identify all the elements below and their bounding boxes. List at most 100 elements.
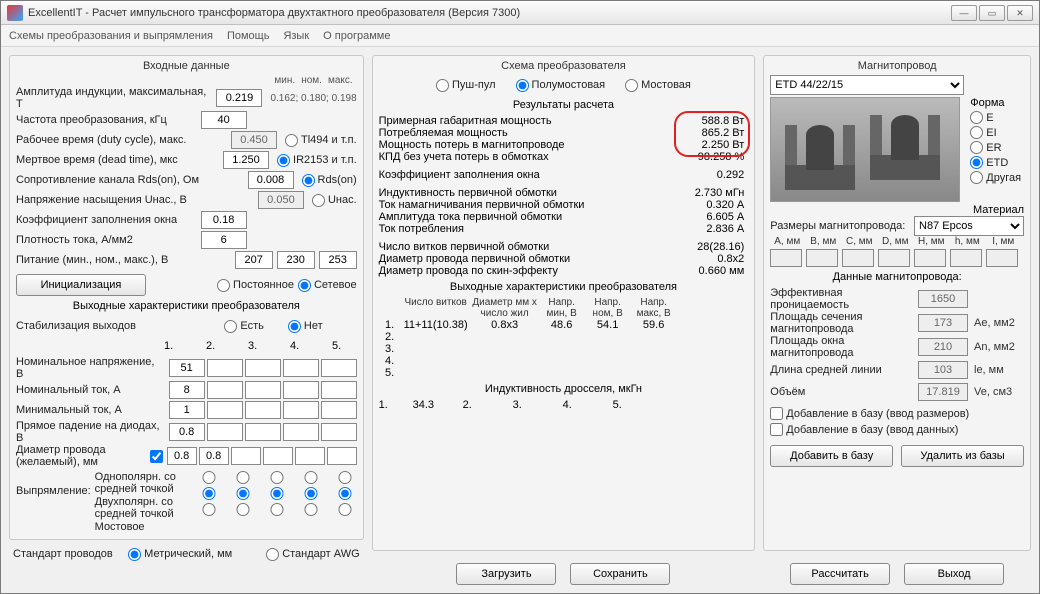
menu-help[interactable]: Помощь	[227, 30, 270, 42]
mini-3[interactable]	[245, 401, 281, 419]
menu-lang[interactable]: Язык	[283, 30, 309, 42]
load-button[interactable]: Загрузить	[456, 563, 556, 585]
pushpull-radio[interactable]: Пуш-пул	[436, 79, 496, 92]
nomv-4[interactable]	[283, 359, 319, 377]
shape-ei[interactable]: EI	[970, 126, 1021, 139]
dim-a[interactable]	[770, 249, 802, 267]
ae-input[interactable]	[918, 314, 968, 332]
fill-input[interactable]	[201, 211, 247, 229]
dim-c[interactable]	[842, 249, 874, 267]
bridge-radio[interactable]: Мостовая	[625, 79, 691, 92]
dim-h1[interactable]	[914, 249, 946, 267]
menu-schematics[interactable]: Схемы преобразования и выпрямления	[9, 30, 213, 42]
usat-radio[interactable]: Uнас.	[312, 194, 357, 207]
an-input[interactable]	[918, 338, 968, 356]
save-button[interactable]: Сохранить	[570, 563, 670, 585]
wire-2[interactable]	[231, 447, 261, 465]
diode-2[interactable]	[207, 423, 243, 441]
rect-r1c1[interactable]	[197, 471, 221, 484]
menu-about[interactable]: О программе	[323, 30, 390, 42]
pwr-max-input[interactable]	[319, 251, 357, 269]
shape-other[interactable]: Другая	[970, 171, 1021, 184]
del-db-button[interactable]: Удалить из базы	[901, 445, 1024, 467]
freq-input[interactable]	[201, 111, 247, 129]
shape-e[interactable]: E	[970, 111, 1021, 124]
rect-r3c5[interactable]	[333, 503, 357, 516]
tl494-radio[interactable]: Tl494 и т.п.	[285, 134, 357, 147]
wire-4[interactable]	[295, 447, 325, 465]
mini-5[interactable]	[321, 401, 357, 419]
wire-3[interactable]	[263, 447, 293, 465]
rect-r1c5[interactable]	[333, 471, 357, 484]
mat-select[interactable]: N87 Epcos	[914, 216, 1024, 236]
usat-input[interactable]	[258, 191, 304, 209]
shape-etd[interactable]: ETD	[970, 156, 1021, 169]
rect-r3c3[interactable]	[265, 503, 289, 516]
rect-r1c4[interactable]	[299, 471, 323, 484]
dim-h2[interactable]	[950, 249, 982, 267]
exit-button[interactable]: Выход	[904, 563, 1004, 585]
dim-i[interactable]	[986, 249, 1018, 267]
rds-radio[interactable]: Rds(on)	[302, 174, 357, 187]
ir2153-radio[interactable]: IR2153 и т.п.	[277, 154, 357, 167]
nomv-2[interactable]	[207, 359, 243, 377]
rect-r2c2[interactable]	[231, 487, 255, 500]
rect-r2c1[interactable]	[197, 487, 221, 500]
minimize-button[interactable]: —	[951, 5, 977, 21]
stab-no-radio[interactable]: Нет	[288, 320, 323, 333]
mini-1[interactable]	[169, 401, 205, 419]
close-button[interactable]: ✕	[1007, 5, 1033, 21]
init-button[interactable]: Инициализация	[16, 274, 146, 296]
pwr-nom-input[interactable]	[277, 251, 315, 269]
rect-r3c1[interactable]	[197, 503, 221, 516]
dim-b[interactable]	[806, 249, 838, 267]
stab-yes-radio[interactable]: Есть	[224, 320, 263, 333]
nomi-5[interactable]	[321, 381, 357, 399]
rect-r1c2[interactable]	[231, 471, 255, 484]
dead-input[interactable]	[223, 151, 269, 169]
awg-radio[interactable]: Стандарт AWG	[266, 548, 359, 561]
mini-2[interactable]	[207, 401, 243, 419]
const-radio[interactable]: Постоянное	[217, 279, 294, 292]
rect-r2c3[interactable]	[265, 487, 289, 500]
rect-r1c3[interactable]	[265, 471, 289, 484]
nomi-2[interactable]	[207, 381, 243, 399]
rect-r3c2[interactable]	[231, 503, 255, 516]
maximize-button[interactable]: ▭	[979, 5, 1005, 21]
nomv-1[interactable]	[169, 359, 205, 377]
wire-0[interactable]	[167, 447, 197, 465]
nomi-1[interactable]	[169, 381, 205, 399]
nomi-4[interactable]	[283, 381, 319, 399]
wire-chk[interactable]	[150, 450, 163, 463]
metric-radio[interactable]: Метрический, мм	[128, 548, 232, 561]
nomi-3[interactable]	[245, 381, 281, 399]
net-radio[interactable]: Сетевое	[298, 279, 357, 292]
add-data-chk[interactable]: Добавление в базу (ввод данных)	[770, 423, 958, 436]
wire-5[interactable]	[327, 447, 357, 465]
core-select[interactable]: ETD 44/22/15	[770, 75, 964, 95]
rect-r2c5[interactable]	[333, 487, 357, 500]
dim-d[interactable]	[878, 249, 910, 267]
ve-input[interactable]	[918, 383, 968, 401]
diode-4[interactable]	[283, 423, 319, 441]
nomv-5[interactable]	[321, 359, 357, 377]
add-dims-chk[interactable]: Добавление в базу (ввод размеров)	[770, 407, 969, 420]
dens-input[interactable]	[201, 231, 247, 249]
rect-r2c4[interactable]	[299, 487, 323, 500]
rect-r3c4[interactable]	[299, 503, 323, 516]
calc-button[interactable]: Рассчитать	[790, 563, 890, 585]
duty-input[interactable]	[231, 131, 277, 149]
add-db-button[interactable]: Добавить в базу	[770, 445, 893, 467]
pwr-min-input[interactable]	[235, 251, 273, 269]
nomv-3[interactable]	[245, 359, 281, 377]
perm-input[interactable]	[918, 290, 968, 308]
amp-input[interactable]	[216, 89, 262, 107]
diode-3[interactable]	[245, 423, 281, 441]
le-input[interactable]	[918, 361, 968, 379]
shape-er[interactable]: ER	[970, 141, 1021, 154]
mini-4[interactable]	[283, 401, 319, 419]
rds-input[interactable]	[248, 171, 294, 189]
diode-1[interactable]	[169, 423, 205, 441]
halfbridge-radio[interactable]: Полумостовая	[516, 79, 606, 92]
diode-5[interactable]	[321, 423, 357, 441]
